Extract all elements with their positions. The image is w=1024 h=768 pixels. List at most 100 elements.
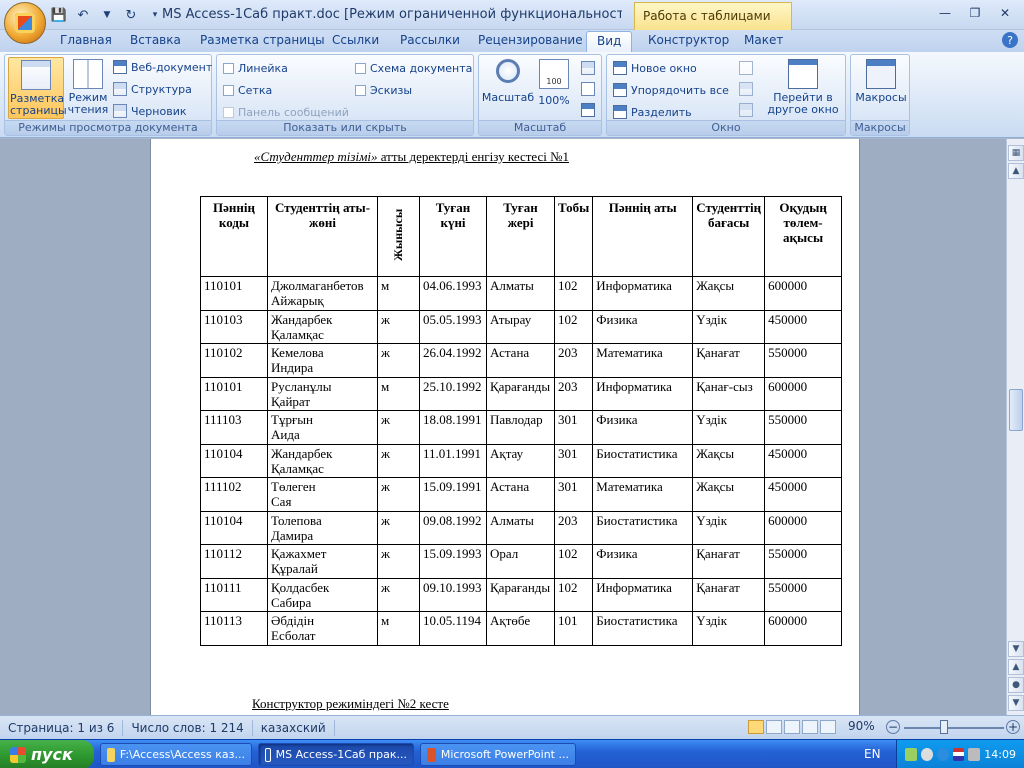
cell-tuition[interactable]: 450000 [764, 477, 843, 512]
cell-student-name[interactable]: Қажахмет Құралай [267, 544, 378, 579]
document-page[interactable]: «Студенттер тізімі» атты деректерді енгі… [150, 139, 860, 715]
zoom-100-button[interactable]: 100 100% [537, 57, 571, 119]
tray-flag-icon[interactable] [952, 748, 965, 761]
cell-student-name[interactable]: Толепова Дамира [267, 510, 378, 545]
tab-home[interactable]: Главная [54, 33, 118, 47]
cell-grade[interactable]: Жақсы [692, 276, 766, 311]
cell-tuition[interactable]: 600000 [764, 611, 843, 646]
cell-subject-code[interactable]: 110112 [200, 544, 268, 579]
dropdown-icon[interactable]: ▼ [98, 6, 116, 24]
switch-windows-button[interactable]: Перейти в другое окно [763, 57, 843, 119]
cell-birth-place[interactable]: Алматы [486, 276, 555, 311]
cell-subject-name[interactable]: Биостатистика [592, 443, 694, 478]
view-web-icon[interactable] [784, 720, 800, 734]
cell-birth-place[interactable]: Астана [486, 343, 555, 378]
cell-student-name[interactable]: Русланұлы Қайрат [267, 376, 378, 411]
cell-subject-code[interactable]: 111102 [200, 477, 268, 512]
cell-birth-place[interactable]: Қарағанды [486, 376, 555, 411]
cell-gender[interactable]: ж [377, 477, 420, 512]
cell-subject-name[interactable]: Биостатистика [592, 510, 694, 545]
undo-icon[interactable]: ↶ [74, 6, 92, 24]
cell-student-name[interactable]: Төлеген Сая [267, 477, 378, 512]
cell-birth-place[interactable]: Орал [486, 544, 555, 579]
cell-group[interactable]: 102 [553, 544, 594, 579]
help-icon[interactable]: ? [1002, 32, 1018, 48]
cell-grade[interactable]: Үздік [692, 410, 766, 445]
web-layout-button[interactable]: Веб-документ [113, 58, 212, 76]
cell-student-name[interactable]: Қолдасбек Сабира [267, 577, 378, 612]
cell-subject-name[interactable]: Физика [592, 544, 694, 579]
ruler-checkbox[interactable]: Линейка [223, 59, 288, 77]
cell-tuition[interactable]: 600000 [764, 276, 843, 311]
students-table[interactable]: Пәннің коды Студенттің аты-жөні Жынысы Т… [200, 196, 843, 646]
cell-group[interactable]: 301 [553, 443, 594, 478]
cell-birth-date[interactable]: 09.10.1993 [419, 577, 487, 612]
cell-tuition[interactable]: 550000 [764, 343, 843, 378]
cell-subject-name[interactable]: Информатика [592, 577, 694, 612]
tab-references[interactable]: Ссылки [326, 33, 385, 47]
cell-birth-place[interactable]: Атырау [486, 309, 555, 344]
cell-group[interactable]: 102 [553, 309, 594, 344]
cell-grade[interactable]: Жақсы [692, 443, 766, 478]
cell-birth-date[interactable]: 25.10.1992 [419, 376, 487, 411]
ruler-toggle-icon[interactable]: ▦ [1008, 145, 1024, 161]
view-print-layout-icon[interactable] [748, 720, 764, 734]
tab-layout[interactable]: Макет [738, 33, 789, 47]
cell-grade[interactable]: Қанағат [692, 343, 766, 378]
tray-security-icon[interactable] [936, 748, 949, 761]
close-icon[interactable]: ✕ [992, 4, 1018, 22]
cell-gender[interactable]: ж [377, 443, 420, 478]
cell-grade[interactable]: Қанағ-сыз [692, 376, 766, 411]
draft-button[interactable]: Черновик [113, 102, 187, 120]
cell-subject-code[interactable]: 110111 [200, 577, 268, 612]
cell-tuition[interactable]: 450000 [764, 443, 843, 478]
cell-subject-name[interactable]: Физика [592, 410, 694, 445]
cell-tuition[interactable]: 450000 [764, 309, 843, 344]
previous-page-icon[interactable]: ▲ [1008, 659, 1024, 675]
page-width-icon[interactable] [581, 103, 595, 117]
cell-gender[interactable]: м [377, 376, 420, 411]
thumbnails-checkbox[interactable]: Эскизы [355, 81, 412, 99]
cell-gender[interactable]: ж [377, 343, 420, 378]
cell-birth-date[interactable]: 18.08.1991 [419, 410, 487, 445]
cell-group[interactable]: 102 [553, 276, 594, 311]
cell-subject-code[interactable]: 110104 [200, 443, 268, 478]
cell-subject-name[interactable]: Математика [592, 343, 694, 378]
input-language[interactable]: EN [864, 747, 881, 761]
cell-tuition[interactable]: 600000 [764, 510, 843, 545]
outline-button[interactable]: Структура [113, 80, 192, 98]
cell-grade[interactable]: Үздік [692, 309, 766, 344]
page-layout-button[interactable]: Разметка страницы [8, 57, 67, 119]
cell-student-name[interactable]: Әбдідін Есболат [267, 611, 378, 646]
cell-subject-name[interactable]: Информатика [592, 376, 694, 411]
minimize-icon[interactable]: — [932, 4, 958, 22]
new-window-button[interactable]: Новое окно [613, 59, 697, 77]
scroll-down-icon[interactable]: ▼ [1008, 641, 1024, 657]
cell-tuition[interactable]: 600000 [764, 376, 843, 411]
cell-subject-code[interactable]: 111103 [200, 410, 268, 445]
tab-mailings[interactable]: Рассылки [394, 33, 466, 47]
cell-tuition[interactable]: 550000 [764, 410, 843, 445]
one-page-icon[interactable] [581, 61, 595, 75]
cell-grade[interactable]: Қанағат [692, 577, 766, 612]
macros-button[interactable]: Макросы [853, 57, 909, 119]
task-explorer[interactable]: F:\Access\Access каз... [100, 743, 252, 766]
cell-tuition[interactable]: 550000 [764, 544, 843, 579]
reading-mode-button[interactable]: Режим чтения [66, 57, 110, 119]
zoom-level[interactable]: 90% [848, 719, 875, 733]
cell-gender[interactable]: м [377, 611, 420, 646]
zoom-in-icon[interactable]: + [1006, 720, 1020, 734]
cell-birth-date[interactable]: 10.05.1194 [419, 611, 487, 646]
cell-subject-code[interactable]: 110113 [200, 611, 268, 646]
cell-subject-name[interactable]: Биостатистика [592, 611, 694, 646]
cell-gender[interactable]: м [377, 276, 420, 311]
word-count[interactable]: Число слов: 1 214 [123, 719, 253, 736]
tab-view[interactable]: Вид [586, 31, 633, 53]
task-word[interactable]: MS Access-1Саб прак... [258, 743, 414, 766]
start-button[interactable]: пуск [0, 740, 94, 768]
tray-network-icon[interactable] [905, 748, 917, 761]
cell-gender[interactable]: ж [377, 510, 420, 545]
tab-insert[interactable]: Вставка [124, 33, 187, 47]
document-map-checkbox[interactable]: Схема документа [355, 59, 472, 77]
cell-birth-place[interactable]: Ақтау [486, 443, 555, 478]
